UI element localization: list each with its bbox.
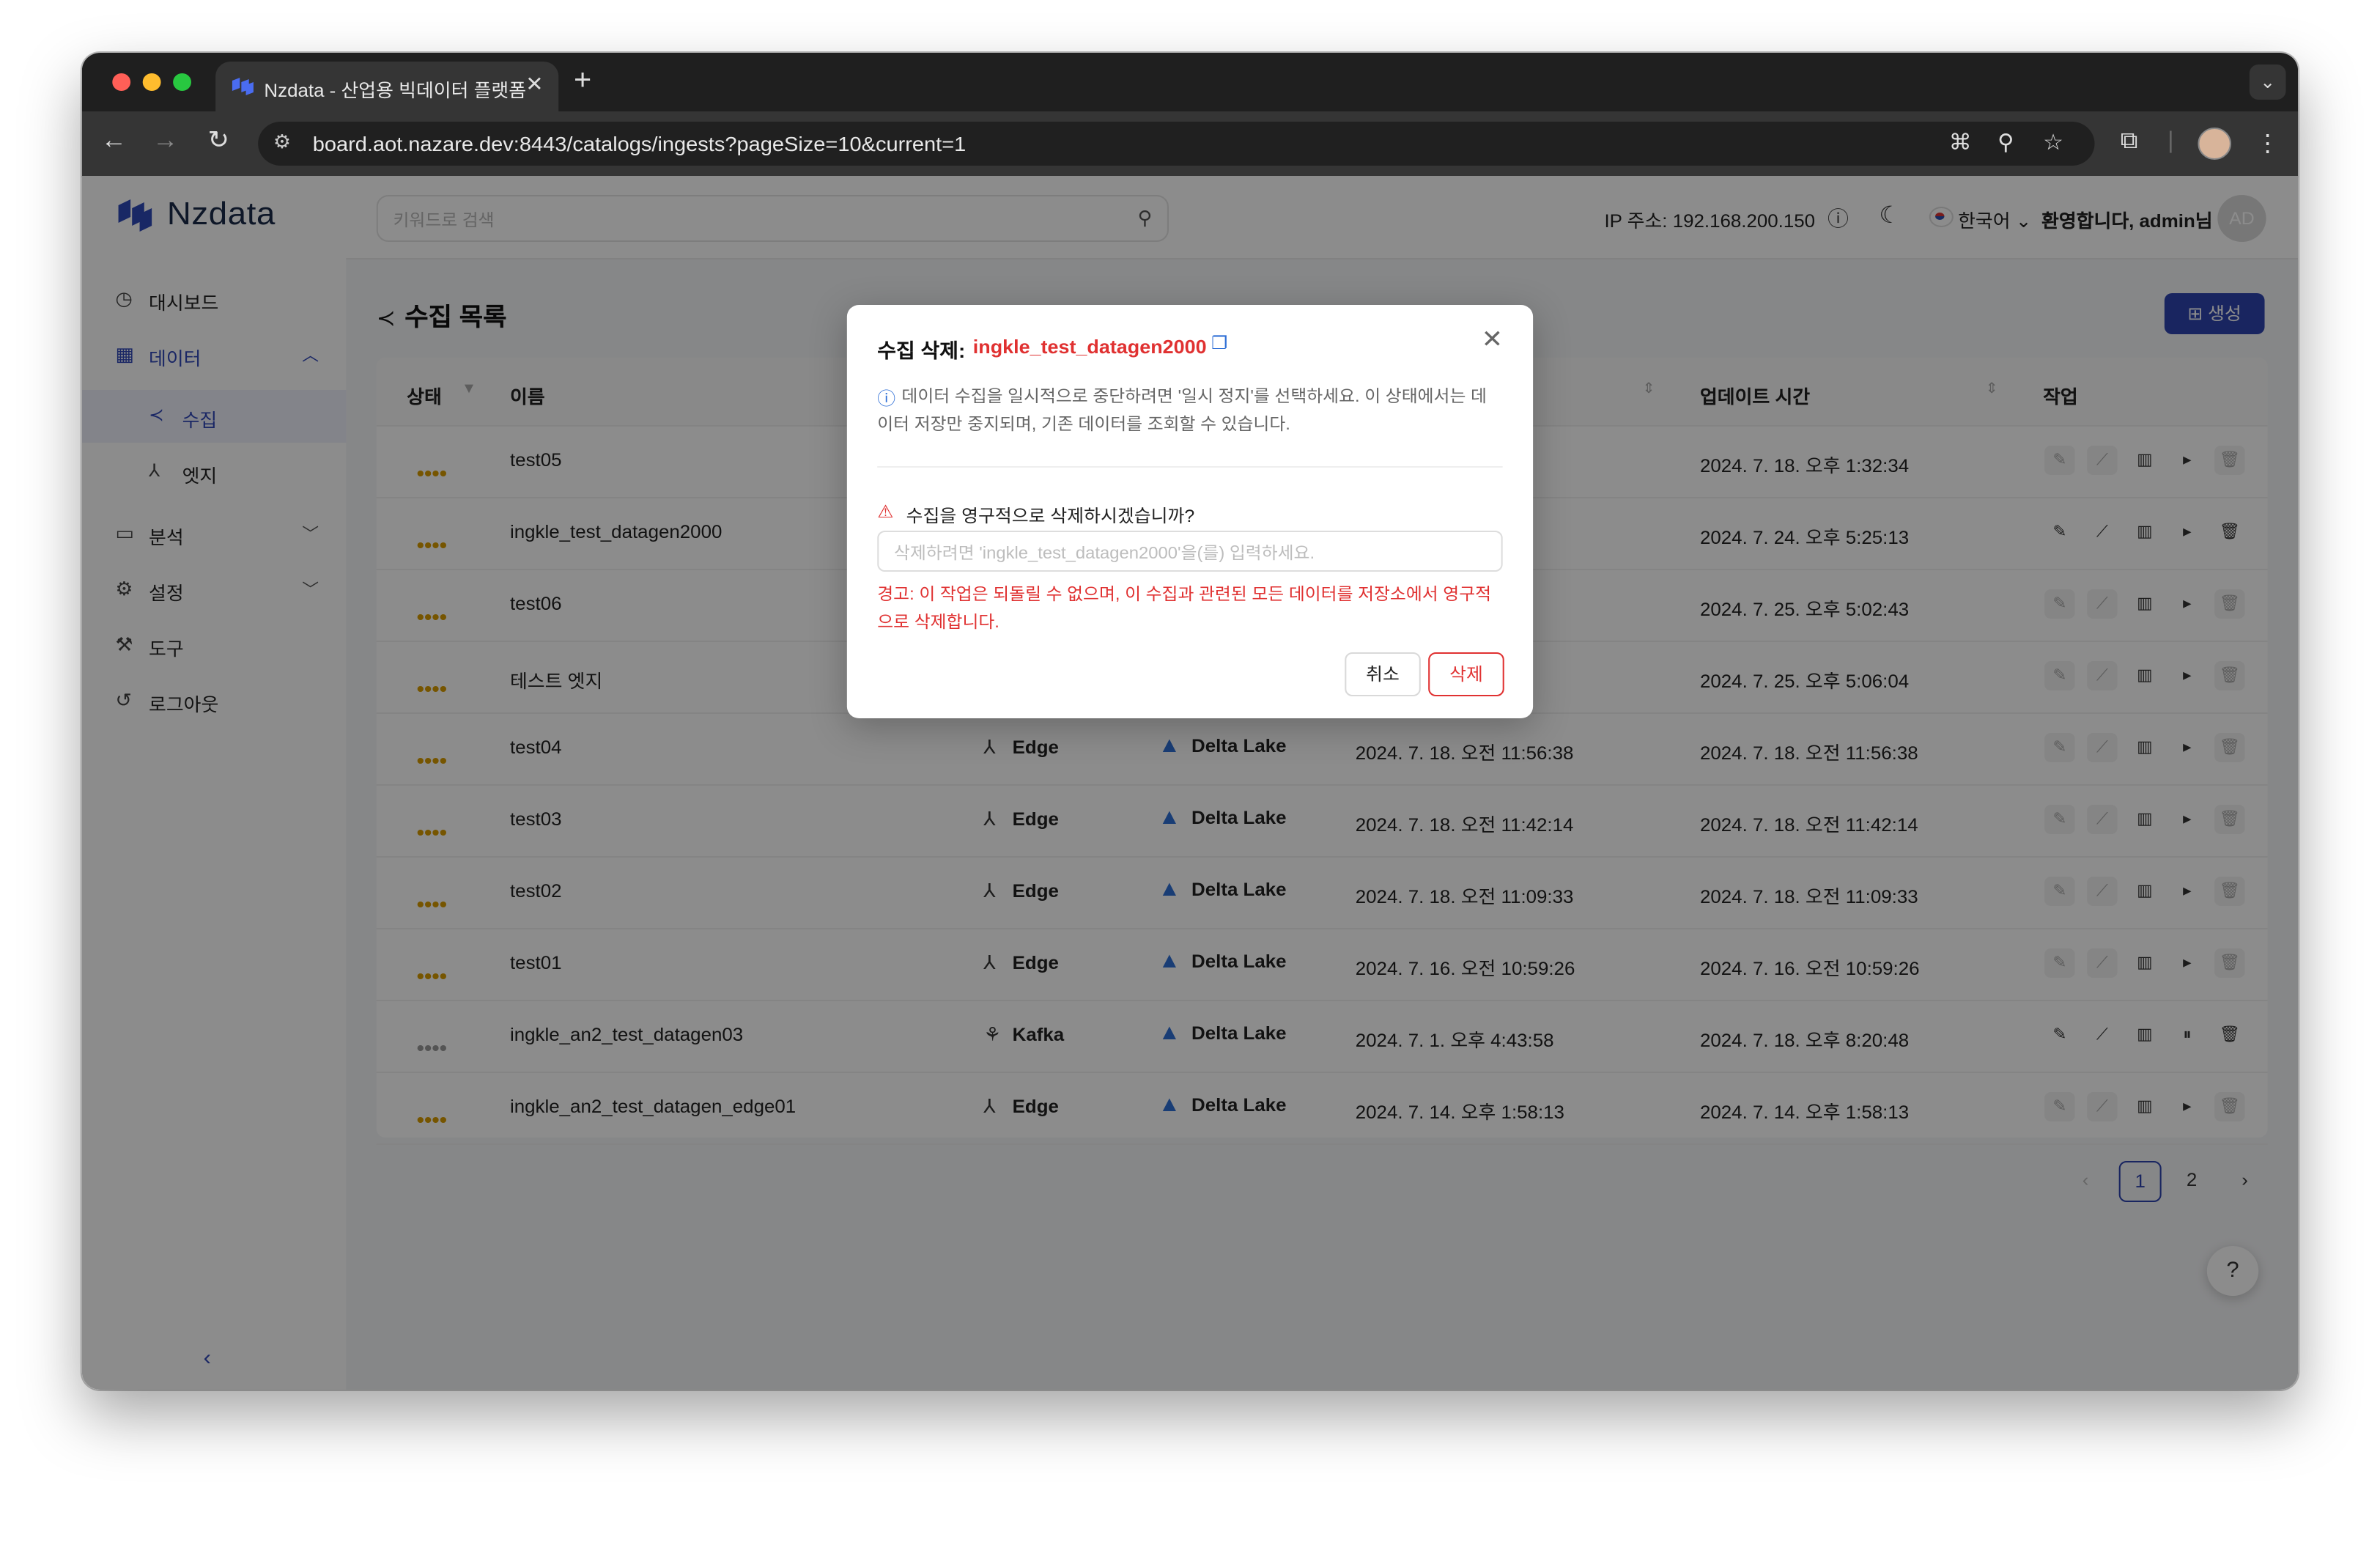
close-icon[interactable]: ✕: [1482, 325, 1504, 355]
bookmark-star-icon[interactable]: ☆: [2043, 129, 2063, 155]
app-root: Nzdata ◷ 대시보드 ▦ 데이터 ︿ ≺ 수집 ⅄ 엣지 ▭ 분석 ﹀ ⚙…: [81, 176, 2299, 1390]
divider: [877, 466, 1503, 468]
tab-title: Nzdata - 산업용 빅데이터 플랫폼: [264, 81, 527, 101]
zoom-icon[interactable]: ⚲: [1998, 129, 2014, 155]
site-settings-icon[interactable]: ⚙: [273, 130, 291, 154]
url-text: board.aot.nazare.dev:8443/catalogs/inges…: [312, 132, 967, 155]
reload-icon[interactable]: ↻: [200, 126, 237, 155]
zoom-window-button[interactable]: [173, 73, 191, 91]
delete-button[interactable]: 삭제: [1428, 652, 1504, 696]
cancel-button[interactable]: 취소: [1345, 652, 1421, 696]
close-tab-icon[interactable]: ✕: [525, 72, 543, 97]
address-bar[interactable]: ⚙ board.aot.nazare.dev:8443/catalogs/ing…: [258, 122, 2095, 166]
close-window-button[interactable]: [112, 73, 131, 91]
toolbar-divider: |: [2167, 129, 2174, 154]
extensions-puzzle-icon[interactable]: ⧉: [2121, 129, 2138, 155]
modal-ingest-name: ingkle_test_datagen2000: [972, 336, 1207, 358]
tab-search-chevron-icon[interactable]: ⌄: [2249, 64, 2286, 100]
tab-bar: Nzdata - 산업용 빅데이터 플랫폼 ✕ + ⌄: [81, 53, 2299, 111]
confirm-input-placeholder: 삭제하려면 'ingkle_test_datagen2000'을(를) 입력하세…: [894, 545, 1315, 563]
modal-info-text: 데이터 수집을 일시적으로 중단하려면 '일시 정지'를 선택하세요. 이 상태…: [877, 388, 1487, 434]
nzdata-favicon-icon: [232, 78, 254, 95]
browser-tab[interactable]: Nzdata - 산업용 빅데이터 플랫폼 ✕: [215, 62, 559, 111]
minimize-window-button[interactable]: [142, 73, 161, 91]
browser-toolbar: ← → ↻ ⚙ board.aot.nazare.dev:8443/catalo…: [81, 111, 2299, 177]
browser-window: Nzdata - 산업용 빅데이터 플랫폼 ✕ + ⌄ ← → ↻ ⚙ boar…: [81, 53, 2299, 1390]
warning-triangle-icon: ⚠: [877, 501, 894, 522]
modal-warning-text: 경고: 이 작업은 되돌릴 수 없으며, 이 수집과 관련된 모든 데이터를 저…: [877, 586, 1492, 632]
forward-arrow-icon[interactable]: →: [147, 126, 184, 155]
modal-title: 수집 삭제:: [877, 340, 966, 362]
browser-menu-icon[interactable]: ⋮: [2255, 129, 2280, 158]
confirm-name-input[interactable]: 삭제하려면 'ingkle_test_datagen2000'을(를) 입력하세…: [877, 531, 1503, 572]
profile-avatar-icon[interactable]: [2198, 128, 2231, 160]
translate-icon[interactable]: ⌘: [1949, 129, 1972, 155]
copy-icon[interactable]: ❐: [1211, 333, 1227, 353]
delete-ingest-modal: 수집 삭제: ingkle_test_datagen2000 ❐ ✕ ⓘ 데이터…: [846, 305, 1534, 718]
modal-question: 수집을 영구적으로 삭제하시겠습니까?: [906, 506, 1195, 526]
back-arrow-icon[interactable]: ←: [95, 126, 132, 155]
new-tab-icon[interactable]: +: [574, 64, 591, 98]
